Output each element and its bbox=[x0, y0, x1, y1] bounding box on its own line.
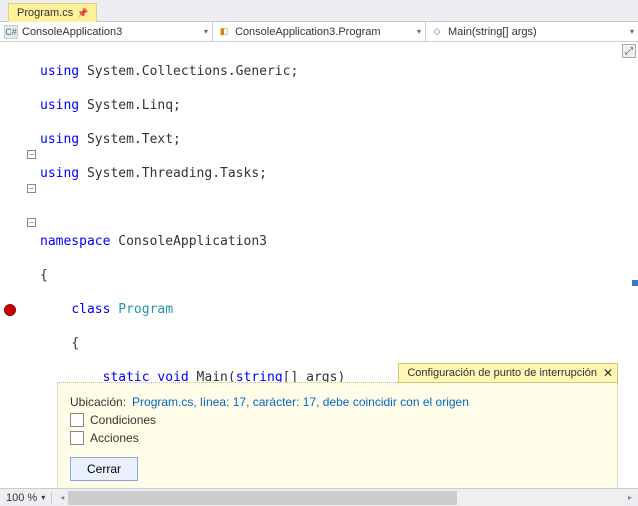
nav-method[interactable]: ◇ Main(string[] args) ▾ bbox=[426, 22, 638, 41]
nav-namespace-label: ConsoleApplication3 bbox=[22, 26, 122, 38]
gutter[interactable]: − − − bbox=[0, 42, 40, 486]
scroll-right-icon[interactable]: ▸ bbox=[624, 493, 636, 502]
status-bar: 100 % ▾ ◂ ▸ bbox=[0, 488, 638, 506]
code-line: using System.Threading.Tasks; bbox=[40, 165, 638, 182]
code-line: { bbox=[40, 267, 638, 284]
code-line: namespace ConsoleApplication3 bbox=[40, 233, 638, 250]
location-link[interactable]: Program.cs, línea: 17, carácter: 17, deb… bbox=[132, 395, 469, 409]
conditions-row: Condiciones bbox=[70, 413, 605, 427]
popup-title-bar: Configuración de punto de interrupción ✕ bbox=[398, 363, 618, 383]
editor[interactable]: − − − using System.Collections.Generic; … bbox=[0, 42, 638, 486]
code-line: class Program bbox=[40, 301, 638, 318]
popup-title: Configuración de punto de interrupción bbox=[407, 367, 597, 379]
scroll-thumb[interactable] bbox=[68, 491, 457, 505]
nav-class[interactable]: ◧ ConsoleApplication3.Program ▾ bbox=[213, 22, 426, 41]
conditions-label: Condiciones bbox=[90, 413, 156, 427]
change-marker bbox=[632, 280, 638, 286]
code-line: using System.Text; bbox=[40, 131, 638, 148]
close-button[interactable]: Cerrar bbox=[70, 457, 138, 481]
tab-bar: Program.cs 📌 bbox=[0, 0, 638, 22]
code-line: using System.Linq; bbox=[40, 97, 638, 114]
conditions-checkbox[interactable] bbox=[70, 413, 84, 427]
actions-checkbox[interactable] bbox=[70, 431, 84, 445]
chevron-down-icon[interactable]: ▾ bbox=[417, 27, 421, 36]
tab-label: Program.cs bbox=[17, 7, 73, 19]
nav-bar: C# ConsoleApplication3 ▾ ◧ ConsoleApplic… bbox=[0, 22, 638, 42]
close-icon[interactable]: ✕ bbox=[603, 366, 613, 380]
breakpoint-dot[interactable] bbox=[4, 304, 16, 316]
chevron-down-icon[interactable]: ▾ bbox=[41, 493, 45, 502]
csharp-icon: C# bbox=[4, 25, 18, 39]
pin-icon[interactable]: 📌 bbox=[77, 8, 88, 19]
code-line: { bbox=[40, 335, 638, 352]
actions-label: Acciones bbox=[90, 431, 139, 445]
horizontal-scrollbar[interactable]: ◂ ▸ bbox=[56, 491, 636, 505]
scroll-left-icon[interactable]: ◂ bbox=[56, 493, 68, 502]
zoom-label: 100 % bbox=[6, 492, 37, 504]
fold-toggle[interactable]: − bbox=[27, 150, 36, 159]
class-icon: ◧ bbox=[217, 25, 231, 39]
scroll-track[interactable] bbox=[68, 491, 624, 505]
nav-namespace[interactable]: C# ConsoleApplication3 ▾ bbox=[0, 22, 213, 41]
fold-toggle[interactable]: − bbox=[27, 184, 36, 193]
nav-method-label: Main(string[] args) bbox=[448, 26, 537, 38]
breakpoint-settings-popup: Configuración de punto de interrupción ✕… bbox=[57, 382, 618, 492]
location-row: Ubicación: Program.cs, línea: 17, caráct… bbox=[70, 395, 605, 409]
location-label: Ubicación: bbox=[70, 395, 126, 409]
actions-row: Acciones bbox=[70, 431, 605, 445]
nav-class-label: ConsoleApplication3.Program bbox=[235, 26, 381, 38]
file-tab[interactable]: Program.cs 📌 bbox=[8, 3, 97, 22]
fold-toggle[interactable]: − bbox=[27, 218, 36, 227]
chevron-down-icon[interactable]: ▾ bbox=[630, 27, 634, 36]
code-line: using System.Collections.Generic; bbox=[40, 63, 638, 80]
chevron-down-icon[interactable]: ▾ bbox=[204, 27, 208, 36]
method-icon: ◇ bbox=[430, 25, 444, 39]
zoom-control[interactable]: 100 % ▾ bbox=[0, 492, 52, 504]
